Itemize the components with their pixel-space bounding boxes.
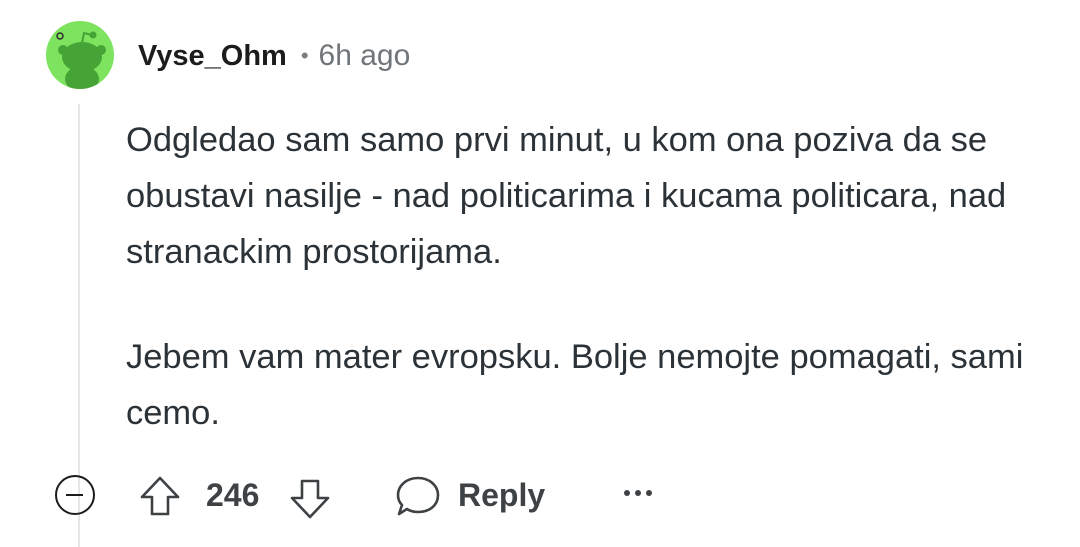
comment-action-bar: 246 Reply — [0, 468, 1080, 524]
comment-paragraph: Jebem vam mater evropsku. Bolje nemojte … — [126, 338, 1024, 432]
user-avatar[interactable] — [46, 21, 114, 89]
comment-meta: Vyse_Ohm • 6h ago — [138, 36, 410, 76]
meta-separator: • — [300, 43, 309, 68]
comment-author[interactable]: Vyse_Ohm — [138, 40, 287, 73]
reply-bubble-icon[interactable] — [394, 474, 442, 520]
more-options-icon[interactable] — [622, 485, 654, 501]
snoo-avatar-icon — [56, 31, 106, 89]
comment-body: Odgledao sam samo prvi minut, u kom ona … — [126, 112, 1046, 441]
downvote-icon[interactable] — [288, 477, 332, 521]
reply-button[interactable]: Reply — [458, 475, 545, 515]
upvote-icon[interactable] — [138, 474, 182, 518]
collapse-icon[interactable] — [55, 475, 95, 515]
comment-timestamp: 6h ago — [318, 39, 411, 72]
vote-score: 246 — [206, 477, 260, 513]
comment-paragraph: Odgledao sam samo prvi minut, u kom ona … — [126, 121, 1007, 271]
